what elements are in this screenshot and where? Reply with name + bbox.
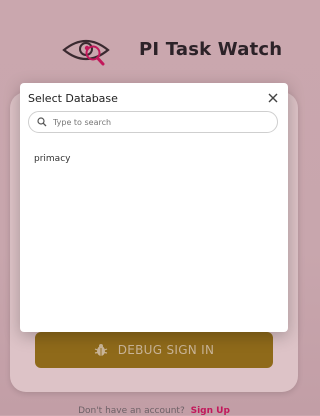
select-database-dialog: Select Database primacy — [20, 83, 288, 332]
search-input[interactable] — [53, 117, 253, 127]
close-icon[interactable] — [266, 91, 280, 105]
app-header: PI Task Watch — [0, 30, 308, 74]
database-item[interactable]: primacy — [34, 154, 70, 164]
app-title: PI Task Watch — [139, 39, 283, 60]
eye-magnifier-icon — [62, 39, 110, 66]
debug-sign-in-label: DEBUG SIGN IN — [117, 343, 215, 357]
search-box[interactable] — [28, 111, 278, 133]
bug-icon — [94, 344, 107, 356]
dialog-title: Select Database — [28, 92, 118, 105]
debug-sign-in-button[interactable]: DEBUG SIGN IN — [35, 332, 273, 368]
search-icon — [37, 117, 47, 127]
